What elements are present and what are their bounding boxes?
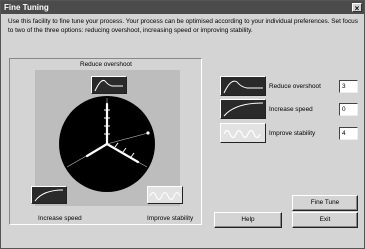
window-title: Fine Tuning (4, 3, 49, 12)
option-label-overshoot: Reduce overshoot (269, 83, 321, 90)
overshoot-curve-icon (220, 76, 266, 96)
dial-label-bottom-left: Increase speed (38, 215, 82, 222)
close-button[interactable]: × (352, 3, 362, 13)
dial-background (31, 70, 183, 206)
stability-wave-icon (220, 123, 266, 143)
dial-label-bottom-right: Improve stability (147, 215, 194, 222)
speed-thumb-icon[interactable] (31, 186, 67, 204)
speed-curve-icon (220, 99, 266, 119)
speed-value-input[interactable]: 0 (339, 103, 358, 116)
overshoot-value-input[interactable]: 3 (339, 80, 358, 93)
dial-label-top: Reduce overshoot (80, 61, 132, 68)
title-bar: Fine Tuning × (1, 1, 364, 14)
fine-tuning-dialog: Fine Tuning × Use this facility to fine … (0, 0, 365, 249)
exit-button[interactable]: Exit (292, 212, 358, 228)
help-button[interactable]: Help (214, 212, 282, 228)
fine-tune-button[interactable]: Fine Tune (292, 195, 358, 211)
stability-value-input[interactable]: 4 (339, 127, 358, 140)
option-label-speed: Increase speed (269, 106, 313, 113)
stability-thumb-icon[interactable] (147, 186, 183, 204)
description-text: Use this facility to fine tune your proc… (8, 18, 358, 34)
tuning-dial-panel: Reduce overshoot Increase speed Improve … (9, 58, 202, 225)
option-label-stability: Improve stability (269, 130, 316, 137)
